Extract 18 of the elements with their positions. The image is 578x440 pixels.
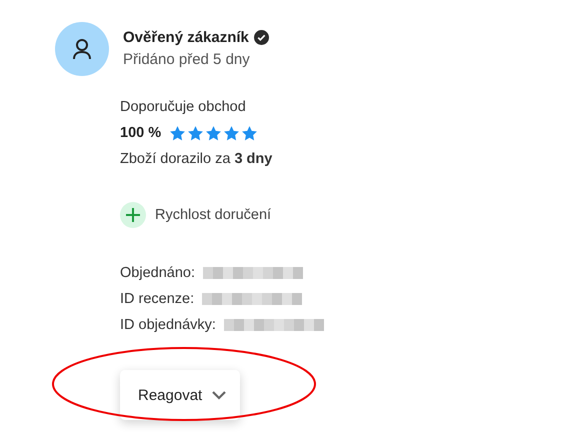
recommend-label: Doporučuje obchod — [120, 99, 246, 115]
pro-text: Rychlost doručení — [155, 207, 272, 223]
plus-icon — [120, 202, 146, 228]
chevron-down-icon — [212, 390, 226, 400]
star-icon — [241, 125, 258, 141]
detail-label: Objednáno: — [120, 265, 195, 281]
reviewer-name: Ověřený zákazník — [123, 29, 249, 46]
added-date: Přidáno před 5 dny — [123, 51, 251, 68]
avatar-icon — [55, 22, 109, 76]
detail-label: ID objednávky: — [120, 317, 216, 333]
react-button[interactable]: Reagovat — [120, 370, 240, 420]
star-icon — [223, 125, 240, 141]
star-icon — [205, 125, 222, 141]
recommend-percent: 100 % — [120, 125, 162, 141]
star-icon — [187, 125, 204, 141]
delivery-time-text: Zboží dorazilo za 3 dny — [120, 151, 272, 167]
detail-label: ID recenze: — [120, 291, 194, 307]
star-icon — [169, 125, 186, 141]
